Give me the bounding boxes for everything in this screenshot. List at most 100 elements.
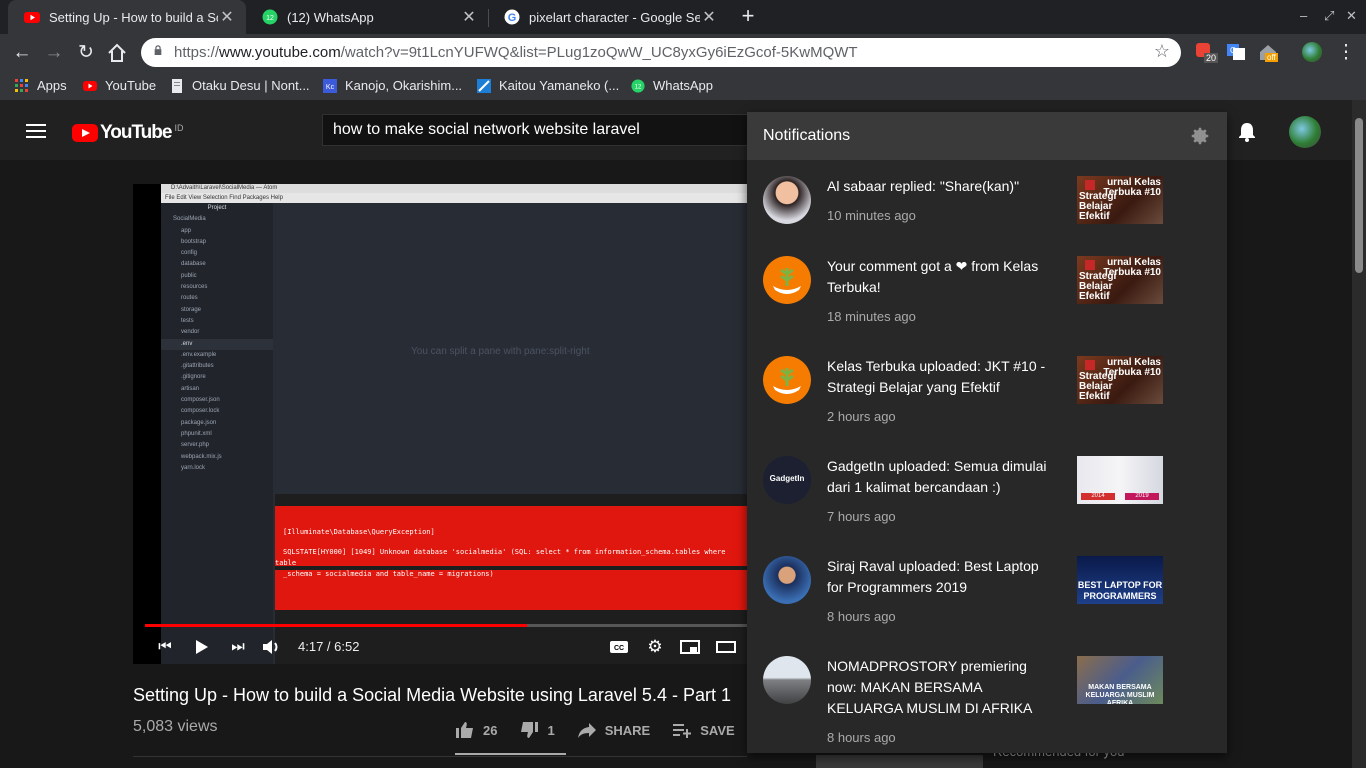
bookmark-whatsapp[interactable]: 12 WhatsApp [631, 78, 713, 93]
notifications-bell-icon[interactable] [1238, 122, 1256, 142]
tree-item: public [181, 272, 197, 279]
share-icon [577, 723, 596, 738]
notification-thumbnail[interactable]: urnal Kelas Terbuka #10 Strategi Belajar… [1077, 176, 1163, 224]
next-icon[interactable]: ⏭ [228, 638, 248, 656]
video-progress-bar[interactable] [145, 624, 747, 627]
tree-header: Project [207, 205, 227, 211]
theater-mode-icon[interactable] [716, 638, 736, 656]
bookmark-kanojo[interactable]: Kc Kanojo, Okarishim... [323, 78, 462, 93]
player-controls: ⏮ ⏭ 4:17 / 6:52 CC ⚙ [133, 630, 747, 664]
notification-thumbnail[interactable]: 2014 2019 [1077, 456, 1163, 504]
account-avatar[interactable] [1289, 116, 1321, 148]
bookmark-kaitou[interactable]: Kaitou Yamaneko (... [477, 78, 619, 93]
url-text[interactable]: https://www.youtube.com/watch?v=9t1LcnYU… [174, 44, 858, 61]
video-player[interactable]: D:\Advaith\Laravel\SocialMedia — Atom Fi… [133, 184, 747, 664]
tree-item: resources [181, 284, 208, 291]
notification-item[interactable]: Your comment got a ❤ from Kelas Terbuka!… [747, 256, 1227, 346]
share-button[interactable]: SHARE [577, 721, 650, 739]
home-extension-icon[interactable]: off [1258, 42, 1278, 62]
minimize-icon[interactable]: – [1300, 8, 1307, 23]
tree-item: composer.lock [181, 408, 220, 415]
miniplayer-icon[interactable] [680, 638, 700, 656]
tree-item: webpack.mix.js [181, 453, 222, 460]
notification-thumbnail[interactable]: MAKAN BERSAMA KELUARGA MUSLIM AFRIKA [1077, 656, 1163, 704]
bookmark-apps[interactable]: Apps [15, 78, 67, 93]
browser-tab-youtube[interactable]: Setting Up - How to build a Soci ✕ [8, 0, 246, 34]
restore-icon[interactable]: ⤢ [1324, 8, 1334, 24]
translate-extension-icon[interactable]: G [1226, 42, 1246, 62]
close-window-icon[interactable]: ✕ [1346, 8, 1357, 24]
notification-thumbnail[interactable]: urnal Kelas Terbuka #10 Strategi Belajar… [1077, 256, 1163, 304]
dislike-button[interactable]: 1 [519, 721, 555, 739]
notification-time: 18 minutes ago [827, 309, 916, 324]
svg-text:12: 12 [635, 83, 642, 90]
kc-icon: Kc [323, 78, 337, 93]
logo-country: ID [174, 123, 184, 133]
bookmark-otaku-desu[interactable]: Otaku Desu | Nont... [170, 78, 310, 93]
new-tab-button[interactable]: + [737, 5, 759, 28]
like-button[interactable]: 26 [455, 721, 497, 739]
notification-item[interactable]: NOMADPROSTORY premiering now: MAKAN BERS… [747, 656, 1227, 746]
play-icon[interactable] [191, 638, 211, 656]
notification-message: NOMADPROSTORY premiering now: MAKAN BERS… [827, 658, 1033, 716]
pocket-extension-icon[interactable]: 20 [1195, 42, 1219, 63]
browser-tab-strip: Setting Up - How to build a Soci ✕ 12 (1… [0, 0, 1366, 34]
scrollbar-thumb[interactable] [1355, 118, 1363, 273]
volume-icon[interactable] [261, 638, 281, 656]
notification-message: Siraj Raval uploaded: Best Laptop for Pr… [827, 558, 1039, 595]
gadgetin-avatar[interactable]: GadgetIn [763, 456, 811, 504]
notification-item[interactable]: Kelas Terbuka uploaded: JKT #10 - Strate… [747, 356, 1227, 446]
browser-tab-google[interactable]: G pixelart character - Google Sea ✕ [488, 0, 728, 34]
browser-tab-whatsapp[interactable]: 12 (12) WhatsApp ✕ [246, 0, 488, 34]
bookmark-youtube[interactable]: YouTube [83, 78, 156, 93]
error-line: SQLSTATE[HY000] [1049] Unknown database … [283, 548, 726, 556]
save-button[interactable]: SAVE [672, 721, 735, 739]
captions-icon[interactable]: CC [609, 638, 629, 656]
kelas-terbuka-avatar[interactable] [763, 256, 811, 304]
video-frame-editor: D:\Advaith\Laravel\SocialMedia — Atom Fi… [161, 184, 747, 664]
notification-text: Kelas Terbuka uploaded: JKT #10 - Strate… [827, 356, 1057, 427]
notification-settings-gear-icon[interactable] [1189, 125, 1211, 147]
tab-title: Setting Up - How to build a Soci [49, 9, 218, 25]
editor-titlebar: D:\Advaith\Laravel\SocialMedia — Atom [161, 184, 747, 193]
address-bar[interactable]: https://www.youtube.com/watch?v=9t1LcnYU… [141, 38, 1181, 67]
bookmark-label: Kaitou Yamaneko (... [499, 78, 620, 93]
person-avatar[interactable] [763, 176, 811, 224]
lock-icon[interactable] [153, 45, 163, 55]
editor-hint: You can split a pane with pane:split-rig… [411, 346, 590, 357]
bookmarks-bar: Apps YouTube Otaku Desu | Nont... Kc Kan… [0, 72, 1366, 100]
tab-close-icon[interactable]: ✕ [460, 7, 478, 27]
settings-gear-icon[interactable]: ⚙ [645, 638, 665, 656]
tree-item: bootstrap [181, 238, 207, 245]
youtube-icon [83, 80, 97, 91]
reload-button[interactable]: ↻ [73, 40, 99, 66]
tab-close-icon[interactable]: ✕ [218, 7, 236, 27]
back-button[interactable]: ← [9, 40, 35, 66]
notification-thumbnail[interactable]: urnal Kelas Terbuka #10 Strategi Belajar… [1077, 356, 1163, 404]
menu-icon[interactable] [26, 124, 46, 138]
profile-avatar[interactable] [1302, 42, 1322, 62]
sentiment-bar [455, 753, 566, 755]
browser-menu-icon[interactable]: ⋮ [1333, 40, 1359, 66]
nomad-avatar[interactable] [763, 656, 811, 704]
notification-item[interactable]: Siraj Raval uploaded: Best Laptop for Pr… [747, 556, 1227, 646]
youtube-logo[interactable]: YouTube ID [72, 122, 183, 144]
notification-text: Your comment got a ❤ from Kelas Terbuka!… [827, 256, 1057, 327]
search-input[interactable]: how to make social network website larav… [322, 114, 762, 146]
notification-text: NOMADPROSTORY premiering now: MAKAN BERS… [827, 656, 1057, 748]
sidebar-thumbnail-peek[interactable] [816, 755, 983, 768]
tab-close-icon[interactable]: ✕ [700, 7, 718, 27]
progress-fill [145, 624, 528, 627]
siraj-avatar[interactable] [763, 556, 811, 604]
notification-thumbnail[interactable]: BEST LAPTOP FOR PROGRAMMERS [1077, 556, 1163, 604]
notification-item[interactable]: GadgetIn GadgetIn uploaded: Semua dimula… [747, 456, 1227, 546]
forward-button[interactable]: → [41, 40, 67, 66]
notification-item[interactable]: Al sabaar replied: "Share(kan)" 10 minut… [747, 176, 1227, 266]
page-scrollbar[interactable] [1352, 100, 1366, 768]
kelas-terbuka-avatar[interactable] [763, 356, 811, 404]
home-button[interactable] [106, 42, 128, 64]
dislike-count: 1 [547, 722, 555, 738]
bookmark-star-icon[interactable]: ☆ [1154, 41, 1170, 62]
previous-icon[interactable]: ⏮ [155, 638, 175, 656]
error-line: [Illuminate\Database\QueryException] [283, 528, 435, 536]
